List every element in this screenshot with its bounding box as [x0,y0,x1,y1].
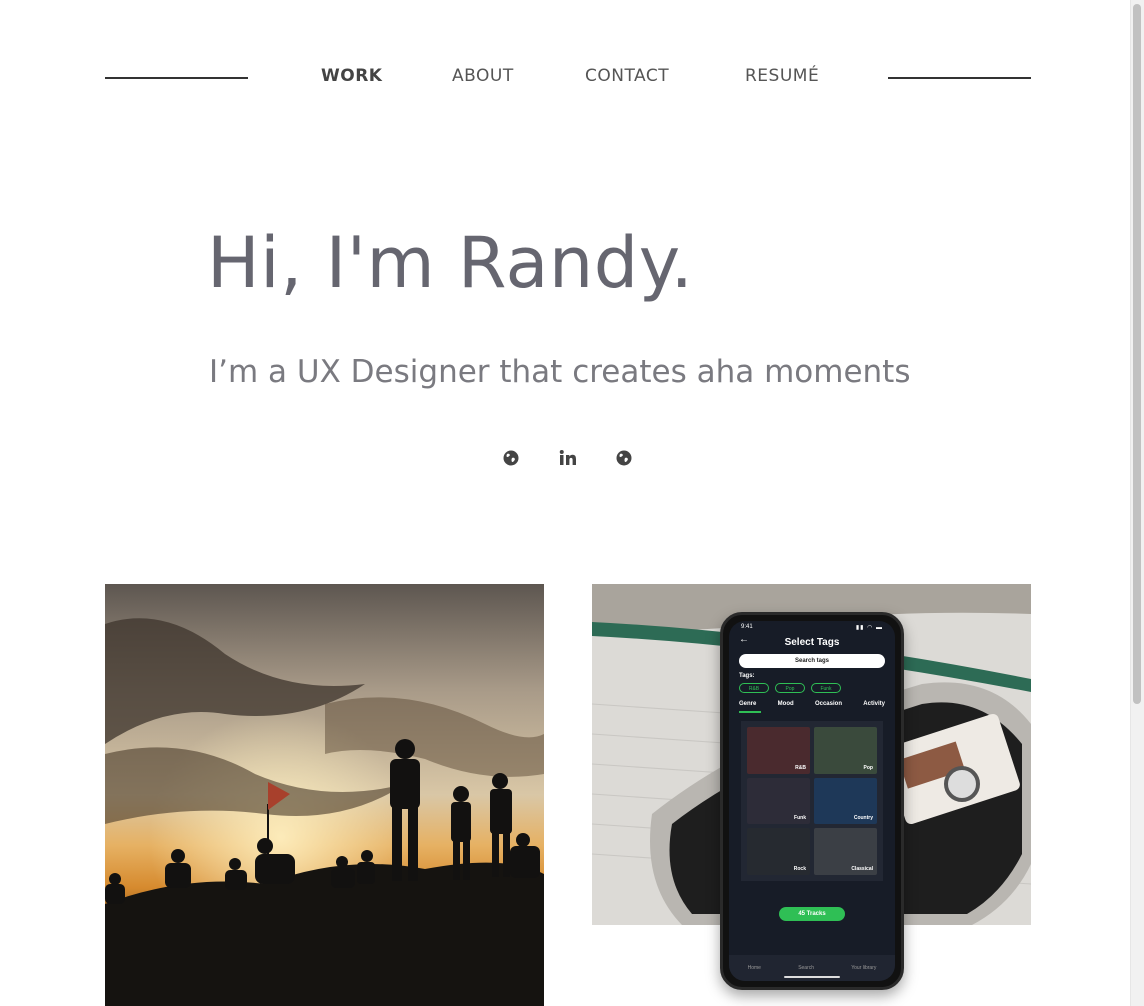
screen-title: Select Tags [784,637,840,648]
library-tab: Your library [851,965,877,971]
nav-divider-left [105,77,248,79]
genre-grid: R&B Pop Funk Country Rock Classical [741,721,883,881]
nav-item-work[interactable]: WORK [321,66,382,86]
globe-icon[interactable] [613,447,635,469]
nav-item-resume[interactable]: RESUMÉ [745,66,819,86]
project-card-sunset[interactable] [105,584,544,1006]
genre-tile: R&B [747,727,810,774]
hero-title: Hi, I'm Randy. [207,222,694,304]
nav-divider-right [888,77,1031,79]
sunset-photo [105,584,544,1006]
tab-genre: Genre [739,701,757,707]
tab-activity: Activity [863,701,885,707]
tag-chip: Funk [811,683,841,693]
search-tab: Search [798,965,815,971]
tag-search-field: Search tags [739,654,885,668]
tags-label: Tags: [739,673,755,679]
tag-chip: R&B [739,683,769,693]
genre-tile: Classical [814,828,877,875]
status-icons: ▮▮ ◠ ▬ [855,625,883,631]
tag-chip: Pop [775,683,805,693]
linkedin-icon[interactable] [557,447,579,469]
tab-mood: Mood [777,701,794,707]
project-card-music-app[interactable]: 9:41 ▮▮ ◠ ▬ ← Select Tags Search tags Ta… [592,584,1031,990]
active-tab-indicator [739,711,761,713]
genre-tile: Funk [747,777,810,825]
genre-tile: Rock [747,828,810,875]
globe-icon[interactable] [500,447,522,469]
tab-occasion: Occasion [814,701,842,707]
scrollbar-track[interactable] [1130,0,1144,1006]
home-tab: Home [747,965,761,971]
nav-item-about[interactable]: ABOUT [452,66,514,86]
category-tabs: Genre Mood Occasion Activity [739,701,885,707]
scrollbar-thumb[interactable] [1133,4,1141,704]
hero-subtitle: I’m a UX Designer that creates aha momen… [209,354,911,390]
genre-tile: Country [814,777,877,825]
home-indicator [784,976,840,978]
nav-item-contact[interactable]: CONTACT [585,66,669,86]
phone-mockup: 9:41 ▮▮ ◠ ▬ ← Select Tags Search tags Ta… [720,612,904,990]
status-time: 9:41 [741,624,753,630]
genre-tile: Pop [814,727,877,774]
tracks-button: 45 Tracks [779,907,845,921]
phone-screen: 9:41 ▮▮ ◠ ▬ ← Select Tags Search tags Ta… [729,621,895,981]
